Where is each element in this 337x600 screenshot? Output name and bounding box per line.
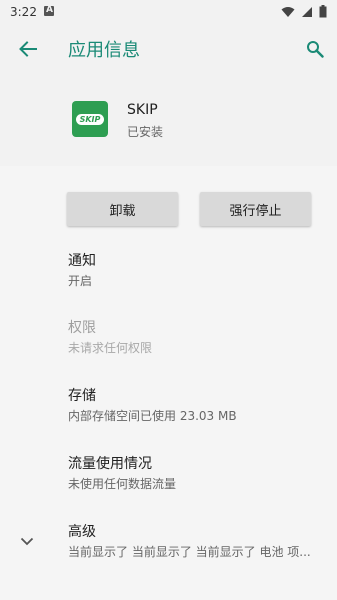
pref-title: 流量使用情况 bbox=[68, 456, 152, 472]
chevron-down-icon bbox=[20, 537, 34, 545]
pref-advanced[interactable]: 高级 当前显示了 当前显示了 当前显示了 电池 项... bbox=[68, 523, 311, 560]
pref-data-usage[interactable]: 流量使用情况 未使用任何数据流量 bbox=[68, 455, 176, 492]
status-icons bbox=[281, 5, 327, 18]
back-button[interactable] bbox=[16, 37, 40, 61]
back-arrow-icon bbox=[19, 41, 37, 57]
pref-title: 存储 bbox=[68, 388, 96, 404]
pref-summary: 未使用任何数据流量 bbox=[68, 477, 177, 491]
pref-summary: 当前显示了 当前显示了 当前显示了 电池 项... bbox=[68, 545, 311, 559]
pref-title: 高级 bbox=[68, 524, 96, 540]
pref-notifications[interactable]: 通知 开启 bbox=[68, 252, 96, 289]
app-bar: 应用信息 bbox=[0, 24, 337, 74]
search-button[interactable] bbox=[303, 37, 327, 61]
notification-icon bbox=[44, 5, 54, 16]
app-header: SKIP SKIP 已安装 bbox=[0, 74, 337, 166]
battery-icon bbox=[319, 5, 327, 18]
page-title: 应用信息 bbox=[68, 40, 140, 61]
pref-summary: 开启 bbox=[68, 274, 93, 288]
search-icon bbox=[307, 41, 324, 58]
pref-title: 通知 bbox=[68, 253, 96, 269]
app-info-content: 卸载 强行停止 通知 开启 权限 未请求任何权限 存储 内部存储空间已使用 23… bbox=[0, 166, 337, 600]
app-install-status: 已安装 bbox=[127, 125, 164, 139]
app-icon-label: SKIP bbox=[75, 113, 105, 125]
status-bar: 3:22 bbox=[0, 0, 337, 24]
status-time: 3:22 bbox=[10, 5, 37, 19]
pref-summary: 未请求任何权限 bbox=[68, 341, 153, 355]
pref-permissions: 权限 未请求任何权限 bbox=[68, 319, 152, 356]
signal-icon bbox=[302, 6, 312, 17]
pref-storage[interactable]: 存储 内部存储空间已使用 23.03 MB bbox=[68, 387, 237, 424]
pref-title: 权限 bbox=[68, 320, 96, 336]
app-icon: SKIP bbox=[72, 101, 108, 137]
pref-summary: 内部存储空间已使用 23.03 MB bbox=[68, 409, 237, 423]
force-stop-button[interactable]: 强行停止 bbox=[200, 192, 311, 226]
expand-advanced-button[interactable] bbox=[17, 531, 37, 551]
wifi-icon bbox=[281, 6, 295, 17]
uninstall-button[interactable]: 卸载 bbox=[67, 192, 178, 226]
app-name: SKIP bbox=[127, 102, 158, 118]
